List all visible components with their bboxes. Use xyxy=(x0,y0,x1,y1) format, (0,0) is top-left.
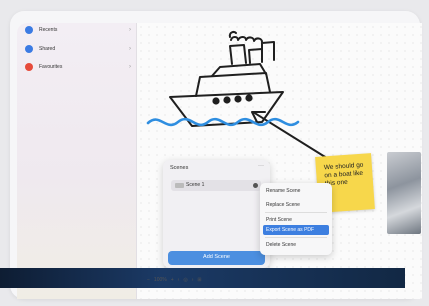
next-icon[interactable]: › xyxy=(192,277,194,283)
more-icon[interactable]: ··· xyxy=(258,163,264,169)
menu-item-export-pdf[interactable]: Export Scene as PDF xyxy=(263,225,329,235)
scenes-title: Scenes xyxy=(170,165,189,171)
menu-divider xyxy=(265,212,327,213)
scene-options-icon[interactable] xyxy=(253,183,258,188)
previous-icon[interactable]: ‹ xyxy=(178,277,180,283)
desktop-background xyxy=(0,268,405,288)
zoom-level[interactable]: 100% xyxy=(154,277,167,283)
scenes-icon[interactable]: ◎ xyxy=(183,277,187,283)
photo-image[interactable] xyxy=(387,152,421,234)
scene-context-menu: Rename Scene Replace Scene Print Scene E… xyxy=(260,183,332,255)
grid-icon[interactable]: ⊞ xyxy=(197,277,201,283)
scene-list-item[interactable]: Scene 1 xyxy=(171,180,261,191)
zoom-out-icon[interactable]: − xyxy=(147,277,150,283)
menu-item-delete[interactable]: Delete Scene xyxy=(263,240,329,250)
add-scene-label: Add Scene xyxy=(203,254,230,260)
zoom-in-icon[interactable]: + xyxy=(171,277,174,283)
add-scene-button[interactable]: Add Scene xyxy=(168,251,265,265)
menu-item-replace[interactable]: Replace Scene xyxy=(263,200,329,210)
scene-label: Scene 1 xyxy=(186,182,205,188)
menu-divider xyxy=(265,237,327,238)
menu-item-print[interactable]: Print Scene xyxy=(263,215,329,225)
menu-item-rename[interactable]: Rename Scene xyxy=(263,186,329,196)
scene-thumbnail xyxy=(175,183,184,188)
zoom-toolbar: − 100% + ‹ ◎ › ⊞ xyxy=(147,276,202,284)
